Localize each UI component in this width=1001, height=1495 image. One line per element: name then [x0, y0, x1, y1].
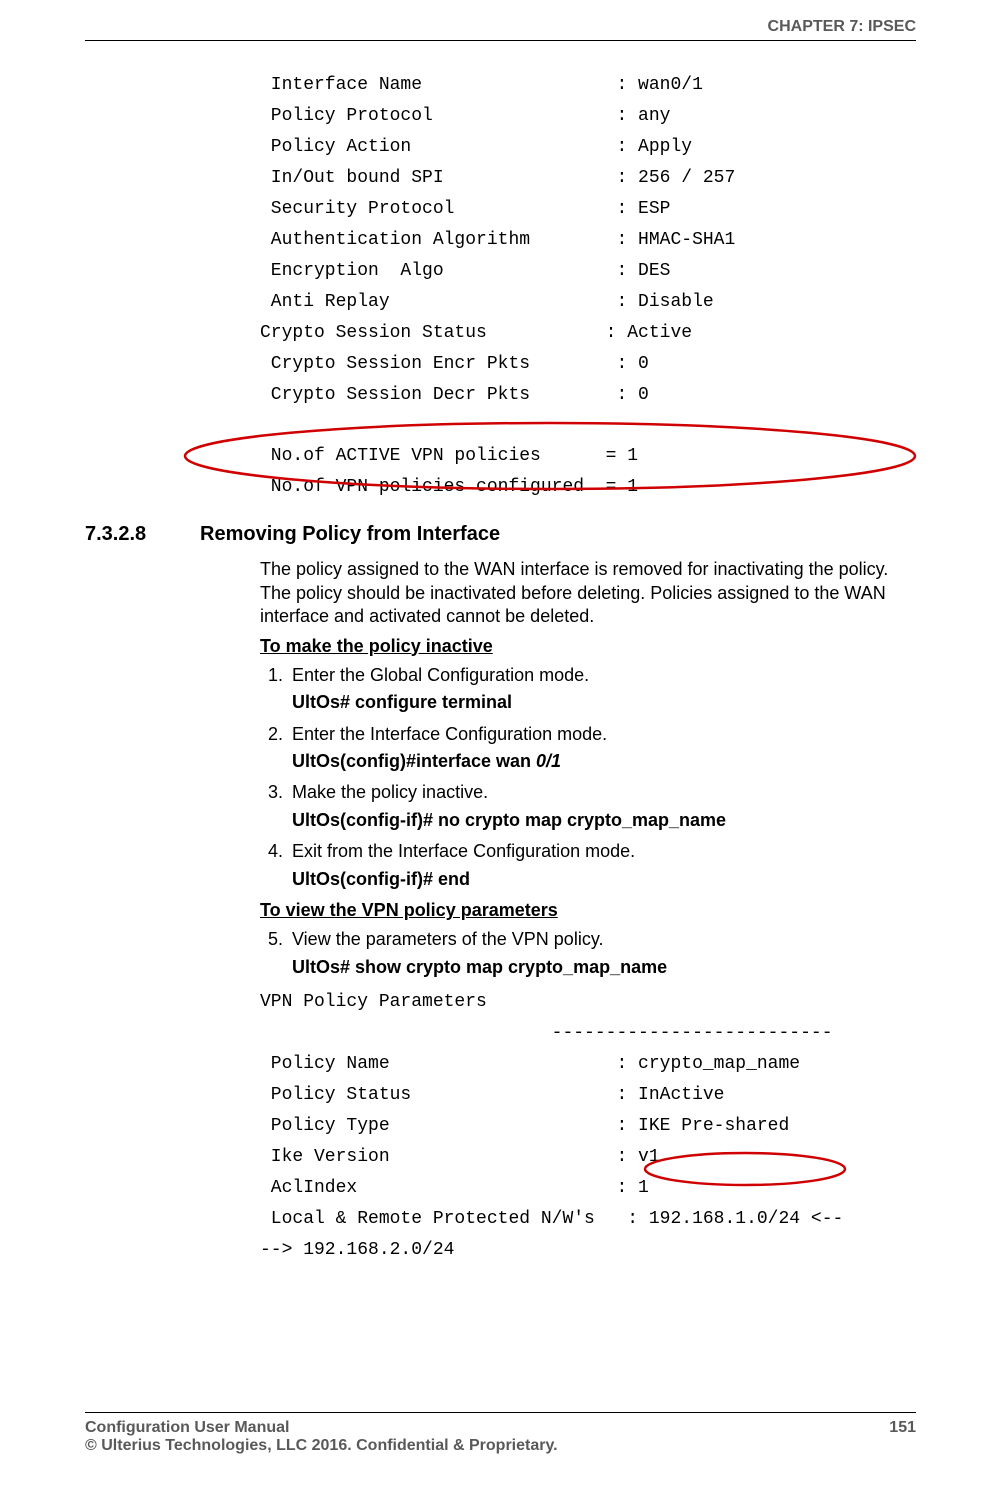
step-3: Make the policy inactive. UltOs(config-i…	[288, 781, 916, 832]
footer: Configuration User Manual 151 © Ulterius…	[85, 1412, 916, 1455]
body-text: The policy assigned to the WAN interface…	[260, 558, 916, 1265]
subheading-view: To view the VPN policy parameters	[260, 899, 916, 922]
step-2: Enter the Interface Configuration mode. …	[288, 723, 916, 774]
ipsec-status-block: Interface Name : wan0/1 Policy Protocol …	[260, 70, 916, 503]
footer-title: Configuration User Manual	[85, 1419, 289, 1437]
step-5: View the parameters of the VPN policy. U…	[288, 928, 916, 979]
footer-row: Configuration User Manual 151	[85, 1419, 916, 1437]
command-2-prefix: UltOs(config)#interface wan	[292, 751, 536, 771]
step-1: Enter the Global Configuration mode. Ult…	[288, 664, 916, 715]
command-4: UltOs(config-if)# end	[292, 868, 916, 891]
step-5-text: View the parameters of the VPN policy.	[292, 929, 603, 949]
footer-rule	[85, 1412, 916, 1413]
footer-copyright: © Ulterius Technologies, LLC 2016. Confi…	[85, 1437, 916, 1455]
steps-list-1: Enter the Global Configuration mode. Ult…	[260, 664, 916, 891]
step-4-text: Exit from the Interface Configuration mo…	[292, 841, 635, 861]
step-1-text: Enter the Global Configuration mode.	[292, 665, 589, 685]
command-2: UltOs(config)#interface wan 0/1	[292, 750, 916, 773]
section-title: Removing Policy from Interface	[200, 523, 500, 545]
command-3: UltOs(config-if)# no crypto map crypto_m…	[292, 809, 916, 832]
chapter-header: CHAPTER 7: IPSEC	[768, 18, 916, 36]
command-1: UltOs# configure terminal	[292, 691, 916, 714]
vpn-policy-params-block: VPN Policy Parameters ------------------…	[260, 987, 916, 1266]
command-2-arg: 0/1	[536, 751, 561, 771]
step-2-text: Enter the Interface Configuration mode.	[292, 724, 607, 744]
intro-paragraph: The policy assigned to the WAN interface…	[260, 558, 916, 628]
page-number: 151	[889, 1419, 916, 1437]
step-4: Exit from the Interface Configuration mo…	[288, 840, 916, 891]
header-rule	[85, 40, 916, 41]
page: CHAPTER 7: IPSEC Interface Name : wan0/1…	[0, 0, 1001, 1495]
command-5: UltOs# show crypto map crypto_map_name	[292, 956, 916, 979]
subheading-inactive: To make the policy inactive	[260, 635, 916, 658]
steps-list-2: View the parameters of the VPN policy. U…	[260, 928, 916, 979]
step-3-text: Make the policy inactive.	[292, 782, 488, 802]
section-number: 7.3.2.8	[85, 523, 146, 546]
section-heading-row: 7.3.2.8 Removing Policy from Interface	[85, 523, 916, 546]
content-area: Interface Name : wan0/1 Policy Protocol …	[85, 70, 916, 1266]
